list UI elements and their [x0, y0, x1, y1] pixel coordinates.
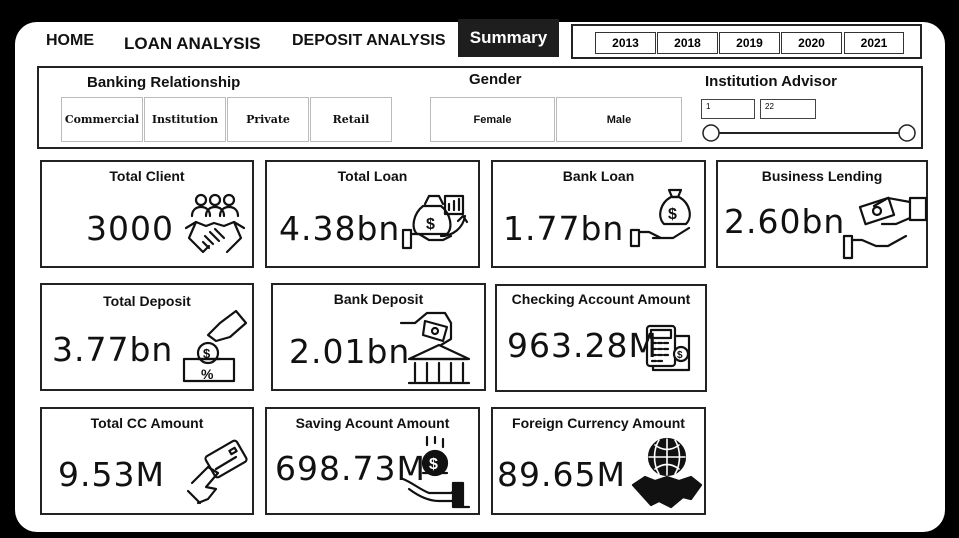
- nav-deposit-analysis[interactable]: DEPOSIT ANALYSIS: [292, 32, 446, 50]
- bank-deposit-icon: [399, 307, 479, 389]
- hand-coin-icon: $: [401, 435, 473, 513]
- card-title: Bank Loan: [562, 168, 635, 184]
- money-bag-chart-icon: $: [401, 190, 473, 252]
- calculator-receipt-icon: $: [643, 322, 697, 374]
- institution-advisor-title: Institution Advisor: [705, 73, 837, 90]
- card-title: Foreign Currency Amount: [512, 415, 685, 431]
- gender-option-male[interactable]: Male: [556, 97, 682, 142]
- advisor-min-input[interactable]: 1: [701, 99, 755, 119]
- total-loan-card: Total Loan 4.38bn $: [265, 160, 480, 268]
- total-deposit-card: Total Deposit 3.77bn $ %: [40, 283, 254, 391]
- relationship-option-retail[interactable]: Retail: [310, 97, 392, 142]
- nav-home[interactable]: HOME: [46, 32, 94, 50]
- gender-option-female[interactable]: Female: [430, 97, 555, 142]
- card-value: 2.01bn: [289, 332, 411, 371]
- card-title: Bank Deposit: [333, 291, 424, 307]
- year-button-2019[interactable]: 2019: [719, 32, 780, 54]
- relationship-option-private[interactable]: Private: [227, 97, 309, 142]
- card-value: 2.60bn: [724, 202, 846, 241]
- handshake-people-icon: [183, 192, 247, 260]
- svg-text:$: $: [677, 350, 683, 361]
- card-title: Total Client: [109, 168, 185, 184]
- card-title: Checking Account Amount: [511, 291, 691, 307]
- nav-summary[interactable]: Summary: [458, 19, 559, 57]
- nav-loan-analysis[interactable]: LOAN ANALYSIS: [124, 34, 261, 54]
- foreign-currency-card: Foreign Currency Amount 89.65M: [491, 407, 706, 515]
- card-value: 9.53M: [58, 455, 165, 494]
- year-button-2018[interactable]: 2018: [657, 32, 718, 54]
- svg-text:$: $: [426, 216, 435, 233]
- card-value: 89.65M: [497, 455, 626, 494]
- card-title: Total Deposit: [103, 293, 191, 309]
- bank-deposit-card: Bank Deposit 2.01bn: [271, 283, 486, 391]
- card-title: Total CC Amount: [90, 415, 204, 431]
- svg-text:$: $: [668, 206, 677, 223]
- advisor-range-slider[interactable]: [699, 122, 919, 144]
- advisor-max-input[interactable]: 22: [760, 99, 816, 119]
- card-value: 1.77bn: [503, 209, 625, 248]
- slider-min-handle[interactable]: [702, 124, 720, 142]
- checking-account-card: Checking Account Amount 963.28M $: [495, 284, 707, 392]
- total-client-card: Total Client 3000: [40, 160, 254, 268]
- hand-cash-icon: [840, 192, 928, 262]
- relationship-option-commercial[interactable]: Commercial: [61, 97, 143, 142]
- saving-account-card: Saving Acount Amount 698.73M $: [265, 407, 480, 515]
- total-cc-card: Total CC Amount 9.53M: [40, 407, 254, 515]
- hand-credit-card-icon: [186, 439, 252, 505]
- card-title: Total Loan: [337, 168, 408, 184]
- filter-panel: Banking Relationship Commercial Institut…: [37, 66, 923, 149]
- year-slicer: 2013 2018 2019 2020 2021: [571, 24, 922, 59]
- gender-title: Gender: [469, 71, 522, 88]
- globe-handshake-icon: [629, 435, 705, 513]
- business-lending-card: Business Lending 2.60bn: [716, 160, 928, 268]
- banking-relationship-title: Banking Relationship: [87, 74, 241, 91]
- hand-money-bag-icon: $: [629, 184, 695, 250]
- card-value: 4.38bn: [279, 209, 401, 248]
- svg-text:%: %: [201, 366, 214, 382]
- card-title: Saving Acount Amount: [295, 415, 450, 431]
- year-button-2021[interactable]: 2021: [844, 32, 904, 54]
- relationship-option-institution[interactable]: Institution: [144, 97, 226, 142]
- bank-loan-card: Bank Loan 1.77bn $: [491, 160, 706, 268]
- deposit-coin-icon: $ %: [178, 309, 248, 385]
- svg-text:$: $: [429, 456, 438, 473]
- card-value: 3000: [86, 209, 174, 248]
- card-value: 963.28M: [507, 326, 658, 365]
- slider-max-handle[interactable]: [898, 124, 916, 142]
- year-button-2013[interactable]: 2013: [595, 32, 656, 54]
- card-title: Business Lending: [761, 168, 883, 184]
- year-button-2020[interactable]: 2020: [781, 32, 842, 54]
- card-value: 3.77bn: [52, 330, 174, 369]
